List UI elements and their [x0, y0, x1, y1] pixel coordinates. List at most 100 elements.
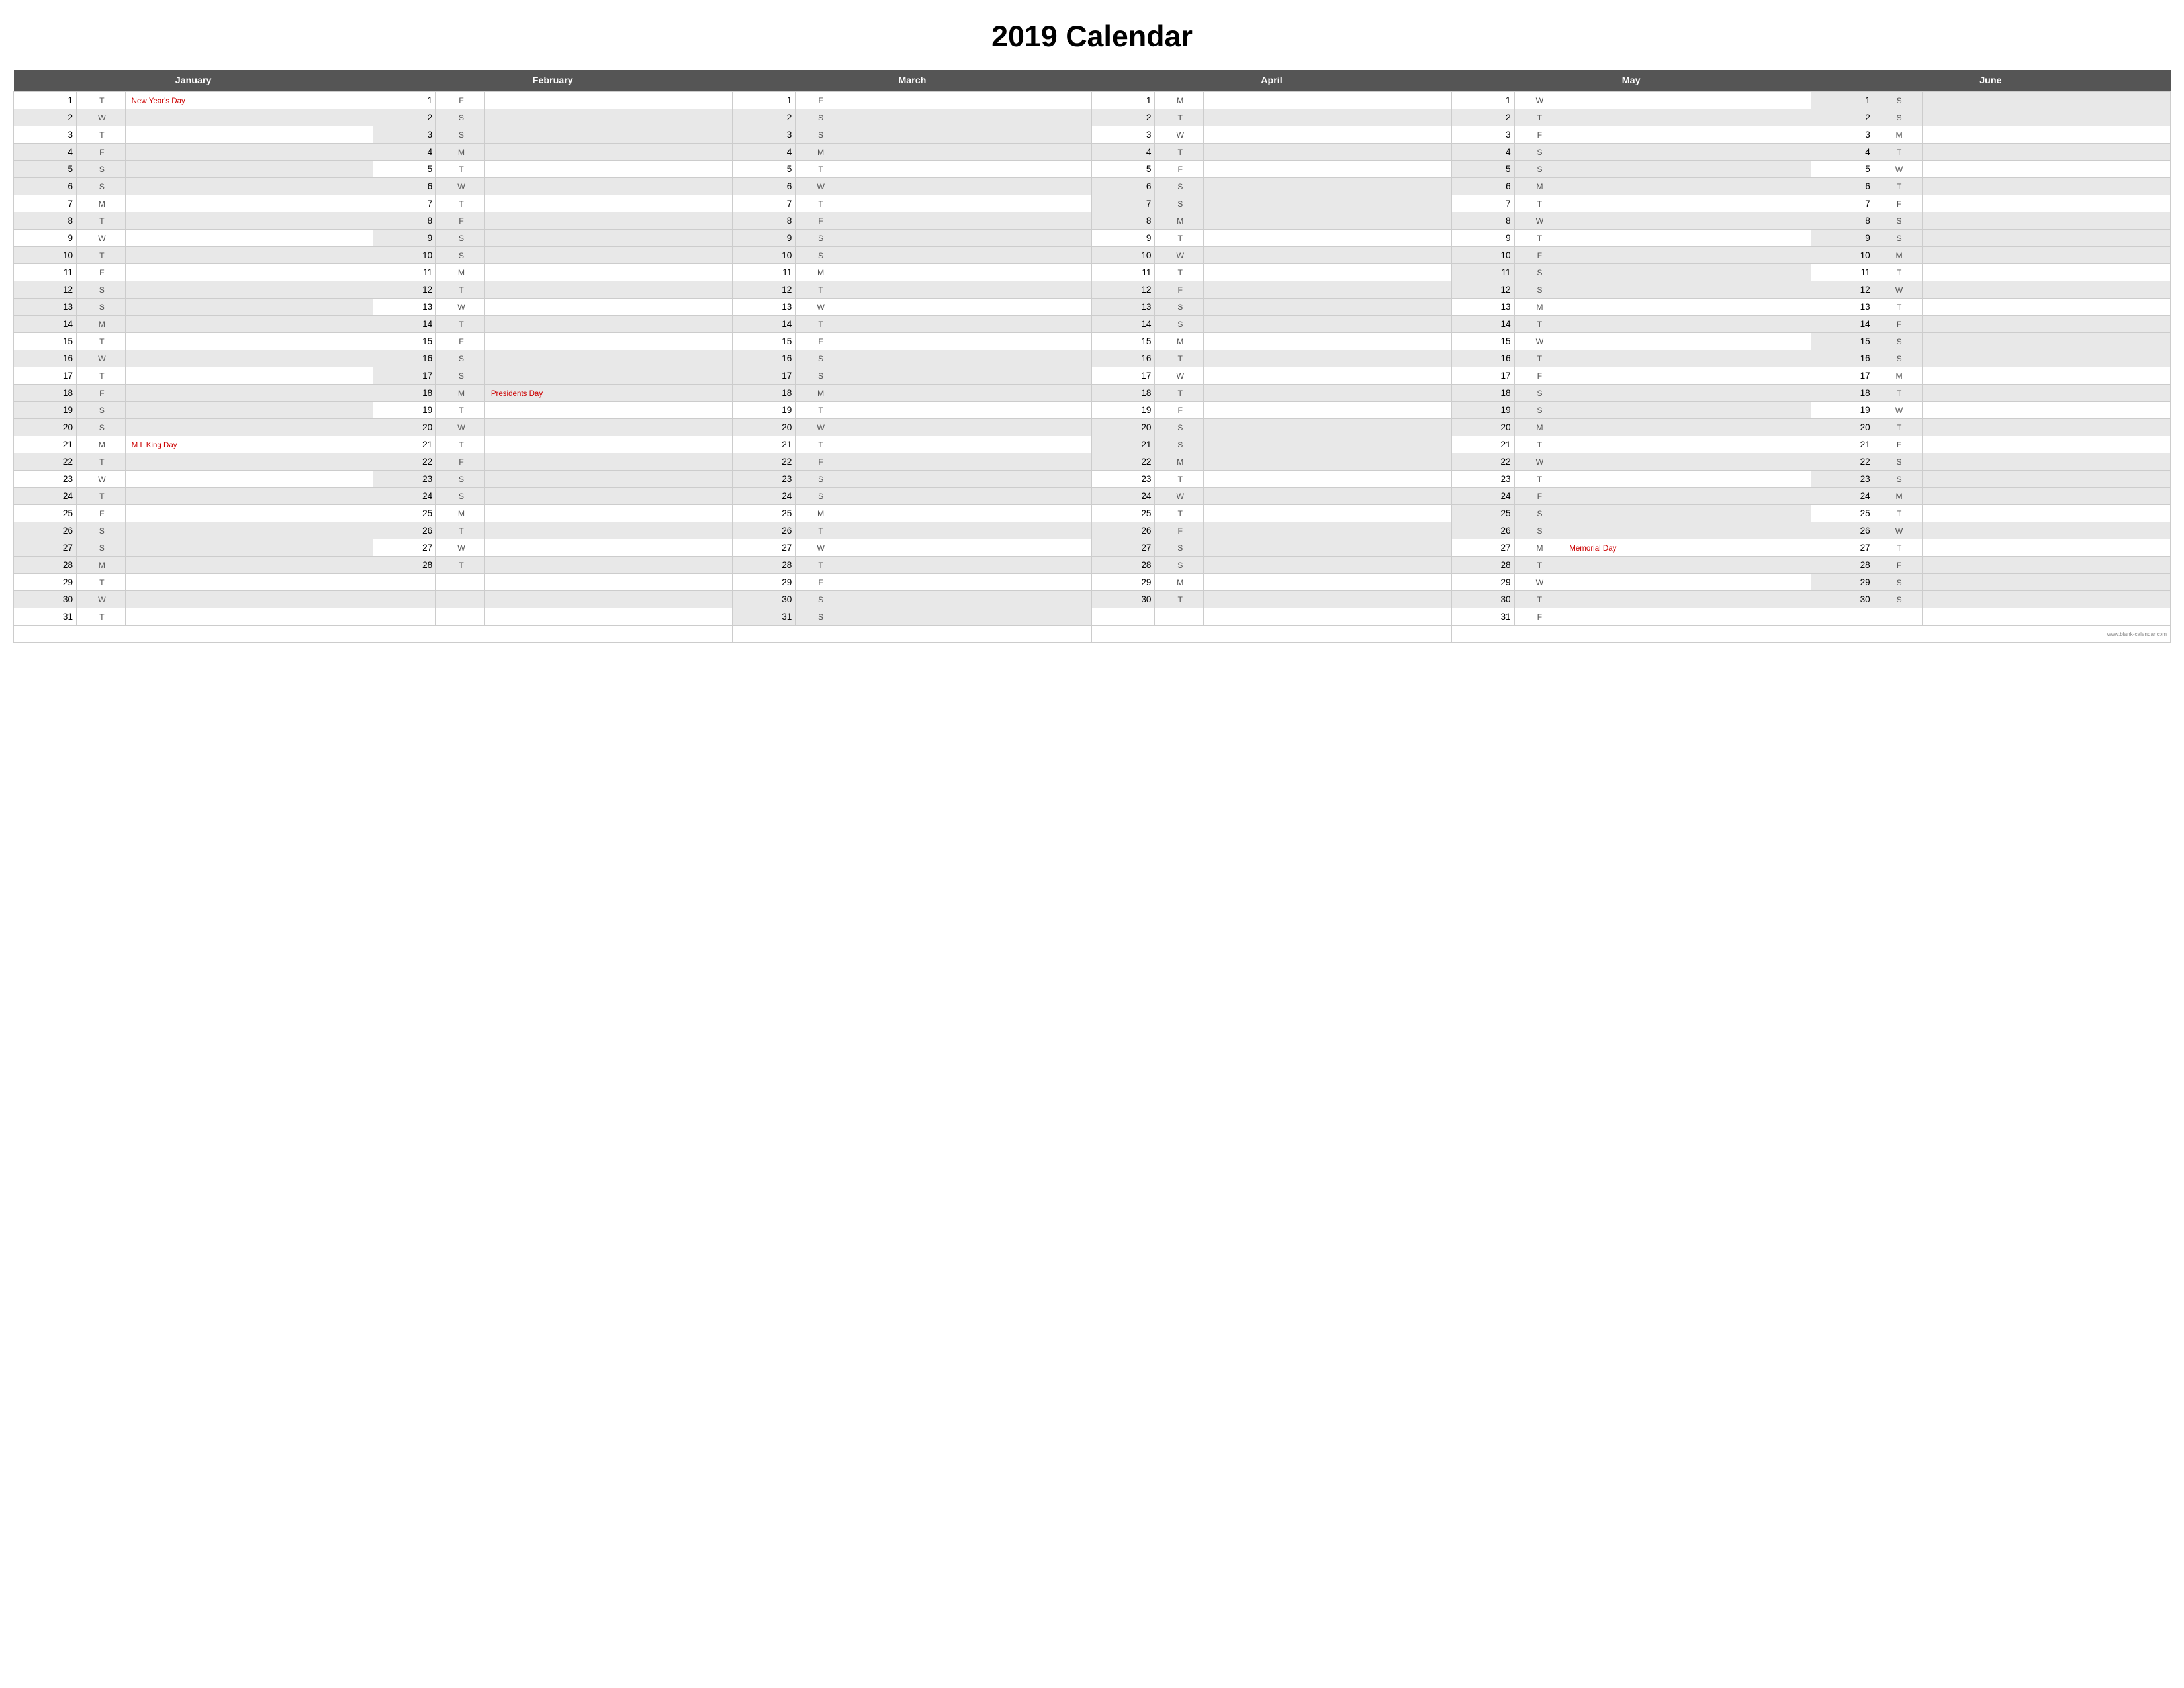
day-letter-january-23: W	[77, 471, 126, 488]
table-row: 9W9S9S9T9T9S	[14, 230, 2171, 247]
event-cell-january-19	[125, 402, 373, 419]
event-cell-may-5	[1563, 161, 1811, 178]
day-letter-march-10: S	[796, 247, 844, 264]
day-num-june-10: 10	[1811, 247, 1874, 264]
day-num-april-25: 25	[1092, 505, 1155, 522]
day-letter-february-28: T	[436, 557, 485, 574]
day-num-april-23: 23	[1092, 471, 1155, 488]
event-cell-january-26	[125, 522, 373, 539]
day-num-january-9: 9	[14, 230, 77, 247]
day-letter-march-4: M	[796, 144, 844, 161]
event-cell-march-18	[844, 385, 1091, 402]
event-cell-june-20	[1923, 419, 2171, 436]
day-letter-january-8: T	[77, 212, 126, 230]
day-letter-january-1: T	[77, 92, 126, 109]
holiday-may-27: Memorial Day	[1563, 539, 1811, 557]
event-cell-february-16	[484, 350, 732, 367]
day-num-april-26: 26	[1092, 522, 1155, 539]
event-cell-june-30	[1923, 591, 2171, 608]
day-letter-may-2: T	[1514, 109, 1563, 126]
day-num-march-17: 17	[733, 367, 796, 385]
event-cell-may-26	[1563, 522, 1811, 539]
empty-day-letter	[1155, 608, 1204, 626]
day-num-june-27: 27	[1811, 539, 1874, 557]
event-cell-june-18	[1923, 385, 2171, 402]
event-cell-may-10	[1563, 247, 1811, 264]
day-letter-april-6: S	[1155, 178, 1204, 195]
event-cell-february-12	[484, 281, 732, 299]
day-num-january-29: 29	[14, 574, 77, 591]
day-letter-april-19: F	[1155, 402, 1204, 419]
day-num-march-4: 4	[733, 144, 796, 161]
event-cell-february-4	[484, 144, 732, 161]
day-num-january-6: 6	[14, 178, 77, 195]
day-num-february-19: 19	[373, 402, 436, 419]
day-letter-may-17: F	[1514, 367, 1563, 385]
event-cell-may-11	[1563, 264, 1811, 281]
day-num-april-30: 30	[1092, 591, 1155, 608]
day-num-march-15: 15	[733, 333, 796, 350]
day-letter-may-27: M	[1514, 539, 1563, 557]
day-letter-march-16: S	[796, 350, 844, 367]
day-num-april-27: 27	[1092, 539, 1155, 557]
event-cell-april-25	[1204, 505, 1451, 522]
day-letter-february-24: S	[436, 488, 485, 505]
event-cell-june-1	[1923, 92, 2171, 109]
day-letter-april-9: T	[1155, 230, 1204, 247]
event-cell-may-13	[1563, 299, 1811, 316]
day-num-june-8: 8	[1811, 212, 1874, 230]
day-num-april-3: 3	[1092, 126, 1155, 144]
day-num-may-24: 24	[1451, 488, 1514, 505]
day-num-february-3: 3	[373, 126, 436, 144]
table-row: 24T24S24S24W24F24M	[14, 488, 2171, 505]
day-num-january-26: 26	[14, 522, 77, 539]
day-num-june-12: 12	[1811, 281, 1874, 299]
day-letter-january-20: S	[77, 419, 126, 436]
day-letter-february-27: W	[436, 539, 485, 557]
event-cell-may-8	[1563, 212, 1811, 230]
day-num-march-3: 3	[733, 126, 796, 144]
table-row: 7M7T7T7S7T7F	[14, 195, 2171, 212]
day-num-april-1: 1	[1092, 92, 1155, 109]
day-letter-march-29: F	[796, 574, 844, 591]
day-letter-june-1: S	[1874, 92, 1923, 109]
day-num-may-1: 1	[1451, 92, 1514, 109]
day-num-march-9: 9	[733, 230, 796, 247]
event-cell-march-6	[844, 178, 1091, 195]
table-row: 1TNew Year's Day1F1F1M1W1S	[14, 92, 2171, 109]
day-letter-february-18: M	[436, 385, 485, 402]
event-cell-february-17	[484, 367, 732, 385]
day-letter-february-5: T	[436, 161, 485, 178]
event-cell-may-29	[1563, 574, 1811, 591]
event-cell-february-7	[484, 195, 732, 212]
event-cell-march-31	[844, 608, 1091, 626]
day-letter-march-1: F	[796, 92, 844, 109]
day-letter-february-19: T	[436, 402, 485, 419]
day-num-february-24: 24	[373, 488, 436, 505]
day-letter-january-29: T	[77, 574, 126, 591]
day-num-january-21: 21	[14, 436, 77, 453]
event-cell-may-7	[1563, 195, 1811, 212]
day-letter-january-14: M	[77, 316, 126, 333]
day-num-january-11: 11	[14, 264, 77, 281]
day-num-january-22: 22	[14, 453, 77, 471]
day-letter-february-23: S	[436, 471, 485, 488]
holiday-february-18: Presidents Day	[484, 385, 732, 402]
day-letter-may-8: W	[1514, 212, 1563, 230]
day-letter-june-12: W	[1874, 281, 1923, 299]
event-cell-april-19	[1204, 402, 1451, 419]
holiday-january-1: New Year's Day	[125, 92, 373, 109]
day-num-march-29: 29	[733, 574, 796, 591]
event-cell-june-21	[1923, 436, 2171, 453]
day-letter-january-31: T	[77, 608, 126, 626]
event-cell-june-8	[1923, 212, 2171, 230]
day-num-june-30: 30	[1811, 591, 1874, 608]
event-cell-april-17	[1204, 367, 1451, 385]
event-cell-february-24	[484, 488, 732, 505]
day-letter-april-17: W	[1155, 367, 1204, 385]
event-cell-april-24	[1204, 488, 1451, 505]
event-cell-june-3	[1923, 126, 2171, 144]
day-num-april-21: 21	[1092, 436, 1155, 453]
day-num-may-23: 23	[1451, 471, 1514, 488]
event-cell-june-6	[1923, 178, 2171, 195]
